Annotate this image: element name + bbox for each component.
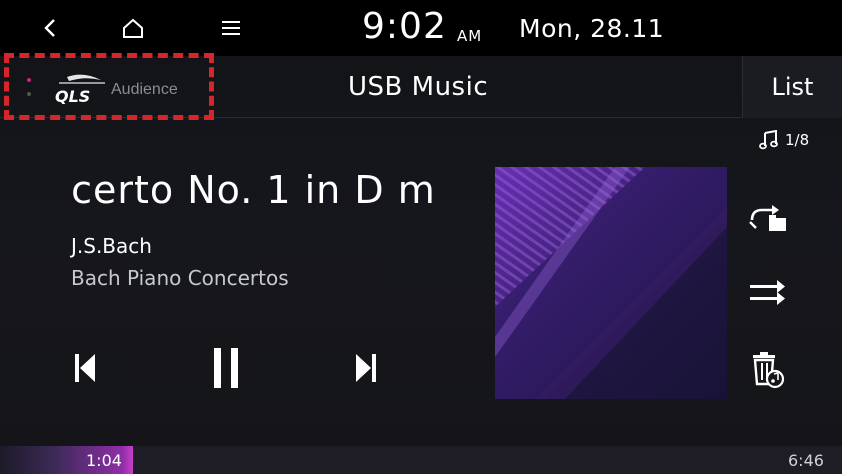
repeat-folder-icon bbox=[749, 205, 786, 231]
delete-music-button[interactable] bbox=[744, 349, 790, 391]
date-label: Mon, 28.11 bbox=[519, 14, 665, 43]
previous-button[interactable] bbox=[65, 344, 105, 392]
qls-audience-label: Audience bbox=[111, 81, 178, 98]
shuffle-list-icon bbox=[750, 280, 785, 305]
back-icon bbox=[44, 19, 55, 37]
qls-logo: QLS bbox=[55, 74, 105, 106]
album-name: Bach Piano Concertos bbox=[71, 266, 289, 290]
qls-logo-text: QLS bbox=[55, 87, 90, 106]
track-count-text: 1/8 bbox=[785, 131, 810, 149]
elapsed-time: 1:04 bbox=[86, 451, 122, 470]
menu-button[interactable] bbox=[211, 8, 251, 48]
next-icon bbox=[356, 354, 376, 382]
clock-time: 9:02 bbox=[362, 6, 447, 47]
track-counter: 1/8 bbox=[759, 130, 809, 150]
pause-button[interactable] bbox=[206, 344, 246, 392]
music-note-icon bbox=[759, 130, 778, 150]
status-bar: 9:02 AM Mon, 28.11 bbox=[0, 0, 842, 56]
repeat-folder-button[interactable] bbox=[744, 197, 790, 239]
playback-progress-bar[interactable]: 1:04 6:46 bbox=[0, 446, 842, 474]
qls-audience-button[interactable]: QLS Audience bbox=[4, 53, 214, 120]
pause-icon bbox=[214, 348, 238, 388]
qls-mode-indicator bbox=[27, 92, 31, 96]
shuffle-list-button[interactable] bbox=[744, 272, 790, 314]
song-title: ncerto No. 1 in D m bbox=[70, 168, 436, 212]
home-icon bbox=[123, 18, 143, 38]
home-button[interactable] bbox=[113, 8, 153, 48]
player-header: QLS Audience USB Music List bbox=[0, 53, 842, 120]
qls-mode-indicator-active bbox=[27, 78, 31, 82]
total-duration: 6:46 bbox=[788, 451, 824, 470]
music-player-panel: QLS Audience USB Music List 1/8 ncerto N… bbox=[0, 53, 842, 446]
list-button[interactable]: List bbox=[742, 56, 842, 118]
back-button[interactable] bbox=[30, 8, 70, 48]
artist-name: J.S.Bach bbox=[71, 234, 152, 258]
menu-icon bbox=[222, 21, 240, 35]
album-cover-art bbox=[495, 167, 727, 399]
next-button[interactable] bbox=[346, 344, 386, 392]
album-cover bbox=[495, 167, 727, 399]
source-title: USB Music bbox=[348, 72, 489, 102]
delete-music-icon bbox=[753, 352, 785, 389]
clock-ampm: AM bbox=[457, 27, 483, 45]
song-title-marquee: ncerto No. 1 in D m bbox=[70, 168, 475, 218]
previous-icon bbox=[75, 354, 95, 382]
